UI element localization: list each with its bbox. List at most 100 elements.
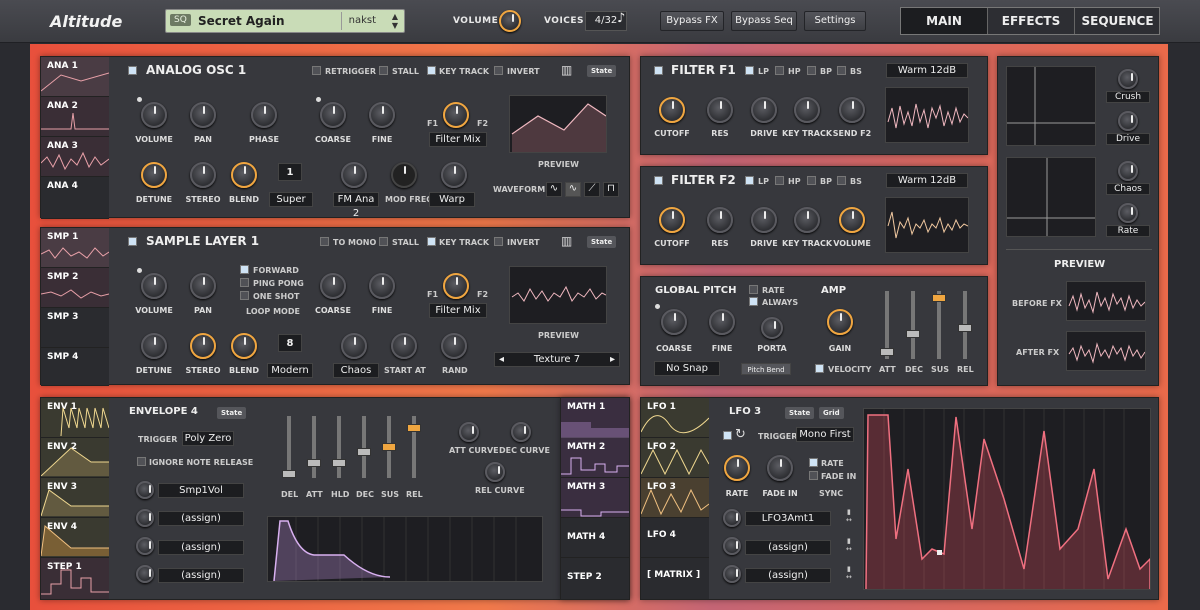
smp-fine-knob[interactable]: [369, 273, 395, 299]
osc-phase-knob[interactable]: [251, 102, 277, 128]
f2-keytrack-knob[interactable]: [794, 207, 820, 233]
smp-unison-field[interactable]: 8: [278, 334, 302, 352]
lfo-mod-knob-1[interactable]: [723, 509, 741, 527]
osc-filter-mix-field[interactable]: Filter Mix: [429, 132, 487, 147]
env-assign-1[interactable]: Smp1Vol: [158, 483, 244, 498]
smp-blend-knob[interactable]: [231, 333, 257, 359]
f2-enable-checkbox[interactable]: [654, 176, 663, 185]
rate-field[interactable]: Rate: [1106, 225, 1150, 237]
preset-stepper-icon[interactable]: ▲ ▼: [392, 12, 398, 30]
f1-lp-checkbox[interactable]: [745, 66, 754, 75]
porta-knob[interactable]: [761, 317, 783, 339]
tab-env-4[interactable]: ENV 4: [41, 518, 109, 558]
tab-main[interactable]: MAIN: [901, 8, 987, 34]
f1-drive-knob[interactable]: [751, 97, 777, 123]
smp-filter-mix-knob[interactable]: [443, 273, 469, 299]
loop-forward-radio[interactable]: [240, 265, 249, 274]
tab-env-1[interactable]: ENV 1: [41, 398, 109, 438]
smp-chaos-knob[interactable]: [341, 333, 367, 359]
env-state-button[interactable]: State: [217, 407, 247, 419]
osc-detune-knob[interactable]: [141, 162, 167, 188]
to-mono-checkbox[interactable]: [320, 237, 329, 246]
env-mod-knob-3[interactable]: [136, 537, 154, 555]
osc-mod-freq-knob[interactable]: [391, 162, 417, 188]
fader-track-hld[interactable]: [337, 416, 341, 478]
tab-effects[interactable]: EFFECTS: [987, 8, 1074, 34]
chaos-knob[interactable]: [1118, 161, 1138, 181]
smp-detune-knob[interactable]: [141, 333, 167, 359]
amp-gain-knob[interactable]: [827, 309, 853, 335]
lfo-link-icon-2[interactable]: ▮ ↔: [846, 537, 852, 553]
f1-hp-checkbox[interactable]: [775, 66, 784, 75]
fader-handle-sus[interactable]: [382, 443, 396, 451]
smp-volume-knob[interactable]: [141, 273, 167, 299]
f1-enable-checkbox[interactable]: [654, 66, 663, 75]
fader-handle-rel[interactable]: [407, 424, 421, 433]
lfo-graph[interactable]: [863, 408, 1151, 590]
smp-coarse-knob[interactable]: [320, 273, 346, 299]
fader-handle-del[interactable]: [282, 470, 296, 478]
smp-start-knob[interactable]: [391, 333, 417, 359]
tab-ana-1[interactable]: ANA 1: [41, 57, 109, 97]
osc-pan-knob[interactable]: [190, 102, 216, 128]
f2-bp-checkbox[interactable]: [807, 176, 816, 185]
pitch-bend-button[interactable]: Pitch Bend: [741, 363, 791, 375]
smp-rand-knob[interactable]: [441, 333, 467, 359]
tab-smp-4[interactable]: SMP 4: [41, 348, 109, 386]
osc-unison-mode[interactable]: Super: [269, 192, 313, 207]
f2-cutoff-knob[interactable]: [659, 207, 685, 233]
smp-stall-checkbox[interactable]: [379, 237, 388, 246]
att-curve-knob[interactable]: [459, 422, 479, 442]
dec-curve-knob[interactable]: [511, 422, 531, 442]
f2-type-field[interactable]: Warm 12dB: [886, 173, 968, 188]
smp-filter-mix-field[interactable]: Filter Mix: [429, 303, 487, 318]
fader-handle-sus[interactable]: [932, 294, 946, 302]
f1-type-field[interactable]: Warm 12dB: [886, 63, 968, 78]
tab-matrix[interactable]: [ MATRIX ]: [641, 558, 709, 600]
fader-track-att[interactable]: [312, 416, 316, 478]
rate-knob[interactable]: [1118, 203, 1138, 223]
env-mod-knob-1[interactable]: [136, 481, 154, 499]
osc-warp-field[interactable]: Warp: [429, 192, 475, 207]
lfo-fadein-knob[interactable]: [767, 455, 793, 481]
f2-volume-knob[interactable]: [839, 207, 865, 233]
lfo-enable-checkbox[interactable]: [723, 431, 732, 440]
osc-filter-mix-knob[interactable]: [443, 102, 469, 128]
fader-handle-rel[interactable]: [958, 324, 972, 332]
pitch-always-checkbox[interactable]: [749, 297, 758, 306]
tab-math-4[interactable]: MATH 4: [561, 518, 629, 558]
fx-xy-pad-2[interactable]: [1006, 157, 1096, 237]
osc-coarse-knob[interactable]: [320, 102, 346, 128]
smp-unison-mode[interactable]: Modern: [267, 363, 313, 378]
lfo-link-icon-3[interactable]: ▮ ↔: [846, 565, 852, 581]
drive-knob[interactable]: [1118, 111, 1138, 131]
env-trigger-field[interactable]: Poly Zero: [182, 431, 234, 446]
tab-ana-4[interactable]: ANA 4: [41, 177, 109, 219]
tab-smp-2[interactable]: SMP 2: [41, 268, 109, 308]
lfo-rate-checkbox[interactable]: [809, 458, 818, 467]
fader-handle-att[interactable]: [307, 459, 321, 468]
pitch-snap-field[interactable]: No Snap: [654, 361, 720, 376]
fx-xy-pad-1[interactable]: [1006, 66, 1096, 146]
osc-blend-knob[interactable]: [231, 162, 257, 188]
bypass-fx-button[interactable]: Bypass FX: [660, 11, 724, 31]
fader-handle-att[interactable]: [880, 348, 894, 356]
f2-lp-checkbox[interactable]: [745, 176, 754, 185]
tab-ana-3[interactable]: ANA 3: [41, 137, 109, 177]
drive-field[interactable]: Drive: [1106, 133, 1150, 145]
osc-state-button[interactable]: State: [587, 65, 617, 77]
ignore-release-checkbox[interactable]: [137, 457, 146, 466]
lfo-trigger-field[interactable]: Mono First: [796, 427, 854, 442]
fader-track-dec[interactable]: [911, 291, 915, 359]
osc-fm-field[interactable]: FM Ana 2: [333, 192, 379, 219]
next-sample-icon[interactable]: ▸: [610, 353, 615, 367]
keytrack-checkbox[interactable]: [427, 66, 436, 75]
osc-enable-checkbox[interactable]: [128, 66, 137, 75]
lfo-mod-knob-3[interactable]: [723, 565, 741, 583]
smp-chaos-field[interactable]: Chaos: [333, 363, 379, 378]
smp-pan-knob[interactable]: [190, 273, 216, 299]
settings-button[interactable]: Settings: [804, 11, 866, 31]
invert-checkbox[interactable]: [494, 66, 503, 75]
f2-drive-knob[interactable]: [751, 207, 777, 233]
env-assign-2[interactable]: (assign): [158, 511, 244, 526]
